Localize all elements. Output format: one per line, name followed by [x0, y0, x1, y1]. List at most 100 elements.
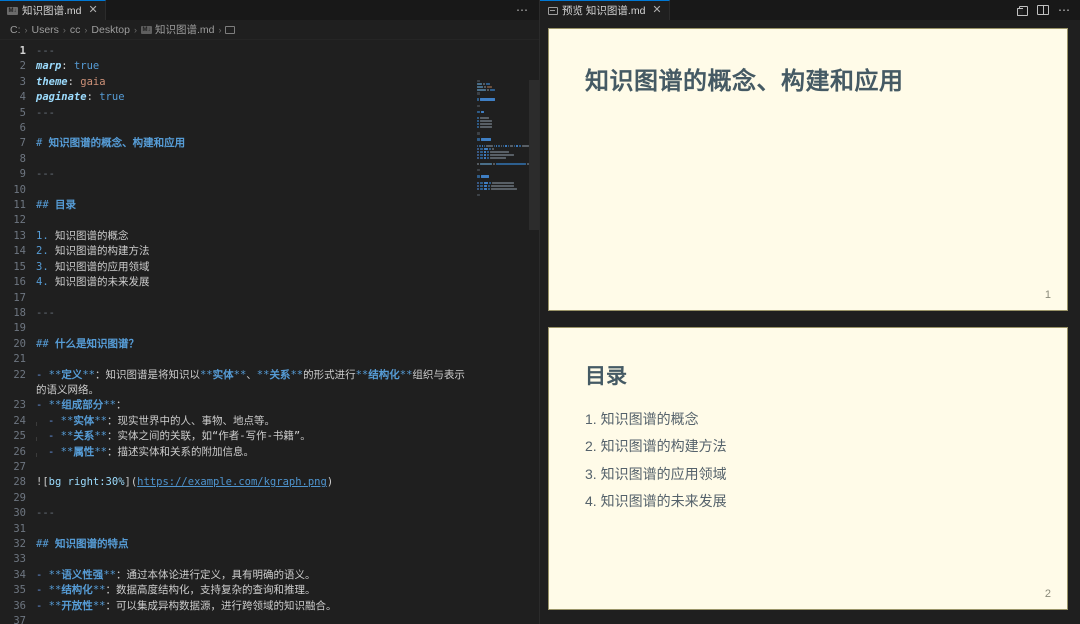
code-token: 开放性: [61, 599, 93, 612]
code-line[interactable]: 23- **组成部分**：: [0, 398, 539, 413]
slide-2: 目录 1. 知识图谱的概念 2. 知识图谱的构建方法 3. 知识图谱的应用领域 …: [548, 327, 1068, 610]
breadcrumb-item-drive[interactable]: C:: [10, 24, 21, 36]
code-line[interactable]: 29: [0, 491, 539, 506]
code-token: **: [199, 368, 213, 381]
breadcrumb-item-cc[interactable]: cc: [70, 24, 81, 36]
code-token: 、: [246, 368, 257, 381]
code-line[interactable]: 6: [0, 121, 539, 136]
line-content: [36, 121, 539, 136]
line-number: 29: [13, 491, 26, 504]
line-number: 20: [13, 337, 26, 350]
code-token: **: [48, 599, 62, 612]
symbol-icon[interactable]: [225, 25, 236, 34]
code-line[interactable]: 24- **实体**：现实世界中的人、事物、地点等。: [0, 414, 539, 429]
code-token: 实体: [73, 414, 95, 427]
code-line[interactable]: 8: [0, 152, 539, 167]
code-line[interactable]: 1 ---: [0, 44, 539, 59]
breadcrumb-item-users[interactable]: Users: [32, 24, 59, 36]
code-token: ：现实世界中的人、事物、地点等。: [106, 414, 275, 427]
code-token: 1.: [36, 229, 49, 242]
code-token: 2.: [36, 245, 49, 258]
chevron-right-icon: ›: [62, 24, 66, 35]
code-line[interactable]: 26- **属性**：描述实体和关系的附加信息。: [0, 445, 539, 460]
breadcrumb-item-desktop[interactable]: Desktop: [91, 24, 130, 36]
code-line[interactable]: 14 2. 知识图谱的构建方法: [0, 244, 539, 259]
code-line[interactable]: 2 marp: true: [0, 59, 539, 74]
line-number: 31: [13, 522, 26, 535]
preview-tab[interactable]: 预览 知识图谱.md ✕: [540, 0, 670, 20]
split-editor-icon[interactable]: [1037, 5, 1049, 15]
line-number: 27: [13, 460, 26, 473]
line-number: 5: [19, 106, 26, 119]
code-line[interactable]: 19: [0, 321, 539, 336]
line-number: 9: [19, 168, 26, 181]
code-token: -: [36, 599, 49, 612]
code-line[interactable]: 31: [0, 522, 539, 537]
line-number: 37: [13, 615, 26, 624]
line-content: marp: true: [36, 59, 539, 74]
code-line[interactable]: 34- **语义性强**：通过本体论进行定义，具有明确的语义。: [0, 568, 539, 583]
code-line[interactable]: 22- **定义**：知识图谱是将知识以**实体**、**关系**的形式进行**…: [0, 368, 539, 399]
code-line[interactable]: 36- **开放性**：可以集成异构数据源，进行跨领域的知识融合。: [0, 599, 539, 614]
code-line[interactable]: 7 # 知识图谱的概念、构建和应用: [0, 136, 539, 151]
line-number: 26: [13, 445, 26, 458]
line-content: - **开放性**：可以集成异构数据源，进行跨领域的知识融合。: [36, 599, 539, 614]
code-token: -: [48, 430, 61, 443]
line-content: - **语义性强**：通过本体论进行定义，具有明确的语义。: [36, 568, 539, 583]
code-line[interactable]: 37: [0, 614, 539, 624]
code-editor[interactable]: 1 --- 2 marp: true 3 theme: gaia 4 paginate: tr…: [0, 40, 539, 624]
code-token: ##: [36, 337, 55, 350]
slides-container[interactable]: 知识图谱的概念、构建和应用 1 目录 1. 知识图谱的概念 2. 知识图谱的构建…: [540, 20, 1080, 624]
code-token: **: [60, 430, 74, 443]
code-line[interactable]: 25- **关系**：实体之间的关联，如“作者-写作-书籍”。: [0, 429, 539, 444]
code-line[interactable]: 3 theme: gaia: [0, 75, 539, 90]
code-line[interactable]: 35- **结构化**：数据高度结构化，支持复杂的查询和推理。: [0, 583, 539, 598]
pin-preview-icon[interactable]: [1017, 5, 1028, 16]
code-line[interactable]: 15 3. 知识图谱的应用领域: [0, 260, 539, 275]
line-content: [36, 552, 539, 567]
line-content: paginate: true: [36, 90, 539, 105]
code-line[interactable]: 18 ---: [0, 306, 539, 321]
code-token: 组成部分: [61, 399, 104, 412]
code-line[interactable]: 21: [0, 352, 539, 367]
line-number: 16: [13, 276, 26, 289]
code-line[interactable]: 33: [0, 552, 539, 567]
code-line[interactable]: 32 ## 知识图谱的特点: [0, 537, 539, 552]
line-number: 6: [19, 122, 26, 135]
slide-1: 知识图谱的概念、构建和应用 1: [548, 28, 1068, 311]
code-line[interactable]: 30 ---: [0, 506, 539, 521]
code-line[interactable]: 16 4. 知识图谱的未来发展: [0, 275, 539, 290]
line-number: 10: [13, 183, 26, 196]
preview-pane: 预览 知识图谱.md ✕ ⋯ 知识图谱的概念、构建和应用 1 目录 1. 知识图…: [540, 0, 1080, 624]
code-line[interactable]: 9 ---: [0, 167, 539, 182]
line-content: [36, 152, 539, 167]
code-line[interactable]: 5 ---: [0, 106, 539, 121]
line-number: 13: [13, 229, 26, 242]
close-icon[interactable]: ✕: [86, 4, 99, 17]
editor-tab-markdown-file[interactable]: M↓ 知识图谱.md ✕: [0, 0, 106, 20]
code-line[interactable]: 11 ## 目录: [0, 198, 539, 213]
line-content: - **实体**：现实世界中的人、事物、地点等。: [36, 414, 539, 429]
code-line[interactable]: 17: [0, 291, 539, 306]
code-line[interactable]: 20 ## 什么是知识图谱？: [0, 337, 539, 352]
line-number: 11: [13, 199, 26, 212]
breadcrumb: C: › Users › cc › Desktop › M↓ 知识图谱.md ›: [0, 20, 539, 40]
close-icon[interactable]: ✕: [649, 4, 662, 17]
code-line[interactable]: 13 1. 知识图谱的概念: [0, 229, 539, 244]
code-token: 目录: [54, 199, 76, 212]
code-line[interactable]: 12: [0, 213, 539, 228]
code-line[interactable]: 4 paginate: true: [0, 90, 539, 105]
preview-actions: ⋯: [1017, 0, 1080, 20]
code-line[interactable]: 27: [0, 460, 539, 475]
code-token: ##: [36, 538, 55, 550]
line-content: 2. 知识图谱的构建方法: [36, 244, 539, 259]
code-line[interactable]: 28 ![bg right:30%](https://example.com/kg…: [0, 475, 539, 490]
breadcrumb-item-file[interactable]: 知识图谱.md: [155, 22, 215, 37]
code-token: ：描述实体和关系的附加信息。: [106, 445, 254, 458]
line-content: - **组成部分**：: [36, 398, 539, 413]
code-token: :: [67, 75, 81, 88]
page-number: 2: [1044, 588, 1051, 600]
more-actions-icon[interactable]: ⋯: [1058, 4, 1071, 16]
code-line[interactable]: 10: [0, 183, 539, 198]
editor-more-actions-button[interactable]: ⋯: [516, 0, 539, 20]
